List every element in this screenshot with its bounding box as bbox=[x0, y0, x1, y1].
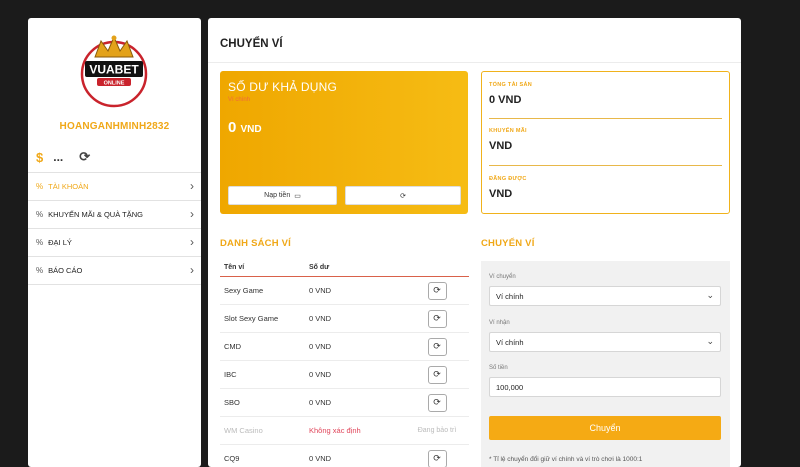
balance-row: $ ... ⟳ bbox=[36, 149, 90, 165]
svg-text:ONLINE: ONLINE bbox=[104, 81, 125, 87]
wallet-list-title: DANH SÁCH VÍ bbox=[220, 238, 292, 249]
from-wallet-label: Ví chuyển bbox=[489, 274, 516, 280]
refresh-wallet-button[interactable]: ⟳ bbox=[427, 449, 447, 467]
chevron-right-icon: › bbox=[190, 263, 194, 277]
promotion-value: VND bbox=[489, 140, 513, 152]
chevron-right-icon: › bbox=[190, 179, 194, 193]
sidebar-item-label: KHUYẾN MÃI & QUÀ TẶNG bbox=[48, 210, 144, 219]
wallet-balance: Không xác định bbox=[309, 426, 361, 435]
wallet-name: WM Casino bbox=[224, 426, 263, 435]
amount-value: 100,000 bbox=[496, 382, 524, 392]
wallet-name: Sexy Game bbox=[224, 286, 264, 295]
sidebar-item-account[interactable]: % TÀI KHOẢN › bbox=[28, 173, 201, 201]
promotion-label: KHUYẾN MÃI bbox=[489, 128, 527, 134]
available-balance-label: SỐ DƯ KHẢ DỤNG bbox=[228, 80, 338, 94]
vuabet-logo[interactable]: VUABET ONLINE bbox=[79, 27, 149, 113]
wallet-balance: 0 VND bbox=[309, 454, 332, 463]
wallet-name: Slot Sexy Game bbox=[224, 314, 279, 323]
to-wallet-select[interactable]: Ví chính ⌄ bbox=[489, 332, 721, 352]
to-wallet-label: Ví nhận bbox=[489, 320, 510, 326]
link-icon: % bbox=[36, 182, 44, 191]
chevron-down-icon: ⌄ bbox=[706, 290, 714, 300]
refresh-wallet-button[interactable]: ⟳ bbox=[427, 393, 447, 412]
refresh-balance-button[interactable]: ⟳ bbox=[345, 186, 461, 205]
deposit-label: Nạp tiền bbox=[264, 192, 291, 199]
amount-label: Số tiền bbox=[489, 365, 508, 371]
balance-currency: VND bbox=[240, 124, 262, 135]
table-row: Slot Sexy Game 0 VND ⟳ bbox=[220, 305, 469, 333]
divider bbox=[208, 62, 741, 63]
link-icon: % bbox=[36, 210, 44, 219]
sidebar-item-label: BÁO CÁO bbox=[48, 266, 83, 275]
transfer-title: CHUYỂN VÍ bbox=[481, 238, 535, 249]
refresh-icon: ⟳ bbox=[400, 192, 406, 200]
refresh-wallet-button[interactable]: ⟳ bbox=[427, 309, 447, 328]
balance-amount-value: 0 bbox=[228, 119, 237, 136]
coin-icon: $ bbox=[36, 149, 44, 165]
refresh-wallet-button[interactable]: ⟳ bbox=[427, 365, 447, 384]
svg-text:VUABET: VUABET bbox=[89, 63, 139, 77]
transfer-button[interactable]: Chuyển bbox=[489, 416, 721, 440]
available-balance-card: SỐ DƯ KHẢ DỤNG Ví chính 0 VND Nạp tiền ▭… bbox=[220, 71, 468, 214]
wallet-balance: 0 VND bbox=[309, 342, 332, 351]
refresh-wallet-button[interactable]: ⟳ bbox=[427, 337, 447, 356]
maintenance-status: Đang bảo trì bbox=[417, 427, 457, 434]
wallet-name: IBC bbox=[224, 370, 237, 379]
chevron-down-icon: ⌄ bbox=[706, 336, 714, 346]
from-wallet-select[interactable]: Ví chính ⌄ bbox=[489, 286, 721, 306]
card-icon: ▭ bbox=[294, 192, 301, 200]
chevron-right-icon: › bbox=[190, 207, 194, 221]
col-wallet-name: Tên ví bbox=[224, 264, 245, 271]
sidebar: VUABET ONLINE HOANGANHMINH2832 $ ... ⟳ %… bbox=[28, 18, 201, 467]
asset-summary-card: TỔNG TÀI SẢN 0 VND KHUYẾN MÃI VND ĐÃNG Đ… bbox=[481, 71, 730, 214]
link-icon: % bbox=[36, 238, 44, 247]
divider bbox=[489, 165, 722, 166]
table-row: CQ9 0 VND ⟳ bbox=[220, 445, 469, 467]
username: HOANGANHMINH2832 bbox=[59, 121, 170, 132]
won-value: VND bbox=[489, 188, 513, 200]
sidebar-item-reports[interactable]: % BÁO CÁO › bbox=[28, 257, 201, 285]
wallet-balance: 0 VND bbox=[309, 314, 332, 323]
wallet-balance: 0 VND bbox=[309, 286, 332, 295]
sidebar-item-label: TÀI KHOẢN bbox=[48, 182, 89, 191]
page-title: CHUYỂN VÍ bbox=[220, 38, 283, 50]
sidebar-menu: % TÀI KHOẢN › % KHUYẾN MÃI & QUÀ TẶNG › … bbox=[28, 172, 201, 285]
main-panel: CHUYỂN VÍ SỐ DƯ KHẢ DỤNG Ví chính 0 VND … bbox=[208, 18, 741, 467]
wallet-balance: 0 VND bbox=[309, 398, 332, 407]
wallet-balance: 0 VND bbox=[309, 370, 332, 379]
deposit-button[interactable]: Nạp tiền ▭ bbox=[228, 186, 337, 205]
available-balance-amount: 0 VND bbox=[228, 119, 262, 136]
conversion-note: * Tỉ lệ chuyển đổi giữ ví chính và ví tr… bbox=[489, 456, 643, 463]
sidebar-item-agency[interactable]: % ĐẠI LÝ › bbox=[28, 229, 201, 257]
balance-masked: ... bbox=[53, 150, 64, 164]
to-wallet-value: Ví chính bbox=[496, 337, 524, 347]
wallet-table: Tên ví Số dư Sexy Game 0 VND ⟳ Slot Sexy… bbox=[220, 259, 469, 467]
sidebar-item-label: ĐẠI LÝ bbox=[48, 238, 72, 247]
table-header: Tên ví Số dư bbox=[220, 259, 469, 277]
transfer-form: Ví chuyển Ví chính ⌄ Ví nhận Ví chính ⌄ … bbox=[481, 261, 730, 467]
table-row: WM Casino Không xác định Đang bảo trì bbox=[220, 417, 469, 445]
divider bbox=[489, 118, 722, 119]
main-wallet-label: Ví chính bbox=[228, 97, 251, 103]
wallet-name: CQ9 bbox=[224, 454, 240, 463]
refresh-icon[interactable]: ⟳ bbox=[79, 149, 90, 165]
won-label: ĐÃNG ĐƯỢC bbox=[489, 176, 527, 182]
total-assets-label: TỔNG TÀI SẢN bbox=[489, 82, 533, 88]
from-wallet-value: Ví chính bbox=[496, 291, 524, 301]
wallet-name: SBO bbox=[224, 398, 240, 407]
sidebar-item-promotions[interactable]: % KHUYẾN MÃI & QUÀ TẶNG › bbox=[28, 201, 201, 229]
refresh-wallet-button[interactable]: ⟳ bbox=[427, 281, 447, 300]
table-row: IBC 0 VND ⟳ bbox=[220, 361, 469, 389]
chevron-right-icon: › bbox=[190, 235, 194, 249]
col-balance: Số dư bbox=[309, 264, 330, 271]
wallet-name: CMD bbox=[224, 342, 242, 351]
table-row: Sexy Game 0 VND ⟳ bbox=[220, 277, 469, 305]
table-row: CMD 0 VND ⟳ bbox=[220, 333, 469, 361]
amount-input[interactable]: 100,000 bbox=[489, 377, 721, 397]
total-assets-value: 0 VND bbox=[489, 94, 522, 106]
link-icon: % bbox=[36, 266, 44, 275]
table-row: SBO 0 VND ⟳ bbox=[220, 389, 469, 417]
